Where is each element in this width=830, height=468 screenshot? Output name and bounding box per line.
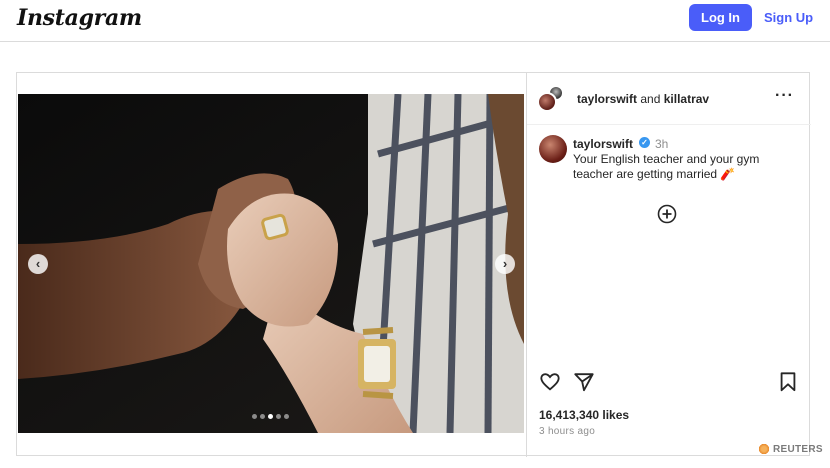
carousel-dot-active <box>268 414 273 419</box>
carousel-indicator <box>252 414 289 420</box>
caption-username[interactable]: taylorswift <box>573 137 633 151</box>
chevron-left-icon: ‹ <box>35 256 41 271</box>
login-button[interactable]: Log In <box>689 4 752 31</box>
watermark-text: REUTERS <box>773 443 823 455</box>
photo-hands-ring <box>18 94 524 433</box>
post-sidebar: taylorswift and killatrav ··· taylorswif… <box>526 73 811 457</box>
carousel-dot <box>252 414 257 419</box>
collaborator-username[interactable]: killatrav <box>664 92 709 106</box>
share-button[interactable] <box>573 371 595 393</box>
post-time-ago: 3 hours ago <box>539 426 596 437</box>
caption-avatar[interactable] <box>539 135 567 163</box>
post-card: ‹ › taylorswift and killatrav ··· taylor… <box>16 72 811 457</box>
share-icon <box>574 373 594 392</box>
carousel-prev-button[interactable]: ‹ <box>28 254 48 274</box>
more-horizontal-icon: ··· <box>775 87 794 104</box>
owner-username[interactable]: taylorswift <box>577 92 637 106</box>
bookmark-icon <box>780 372 796 392</box>
chevron-right-icon: › <box>502 256 508 271</box>
plus-circle-icon <box>657 204 677 224</box>
caption-text: Your English teacher and your gym teache… <box>573 152 760 181</box>
reuters-watermark: REUTERS <box>758 443 823 455</box>
carousel-dot <box>276 414 281 419</box>
owners-conjunction: and <box>640 92 661 106</box>
like-button[interactable] <box>539 371 561 393</box>
post-actions <box>527 371 811 395</box>
collab-avatars[interactable] <box>537 85 567 115</box>
heart-icon <box>540 373 560 391</box>
post-owners: taylorswift and killatrav <box>577 92 709 106</box>
carousel-next-button[interactable]: › <box>495 254 515 274</box>
verified-badge-icon: ✓ <box>639 137 650 148</box>
save-button[interactable] <box>777 371 799 393</box>
instagram-logo[interactable]: Instagram <box>17 5 142 31</box>
carousel-dot <box>260 414 265 419</box>
add-comment-button[interactable] <box>657 204 677 224</box>
caption-timestamp: 3h <box>655 137 669 151</box>
carousel-dot <box>284 414 289 419</box>
signup-link[interactable]: Sign Up <box>764 4 813 31</box>
reuters-logo-icon <box>758 443 770 455</box>
post-image: ‹ › <box>18 94 524 433</box>
top-navigation-bar: Instagram Log In Sign Up <box>0 0 830 42</box>
post-header: taylorswift and killatrav ··· <box>527 73 811 125</box>
more-options-button[interactable]: ··· <box>775 87 794 105</box>
avatar <box>537 92 557 112</box>
likes-count[interactable]: 16,413,340 likes <box>539 408 629 422</box>
